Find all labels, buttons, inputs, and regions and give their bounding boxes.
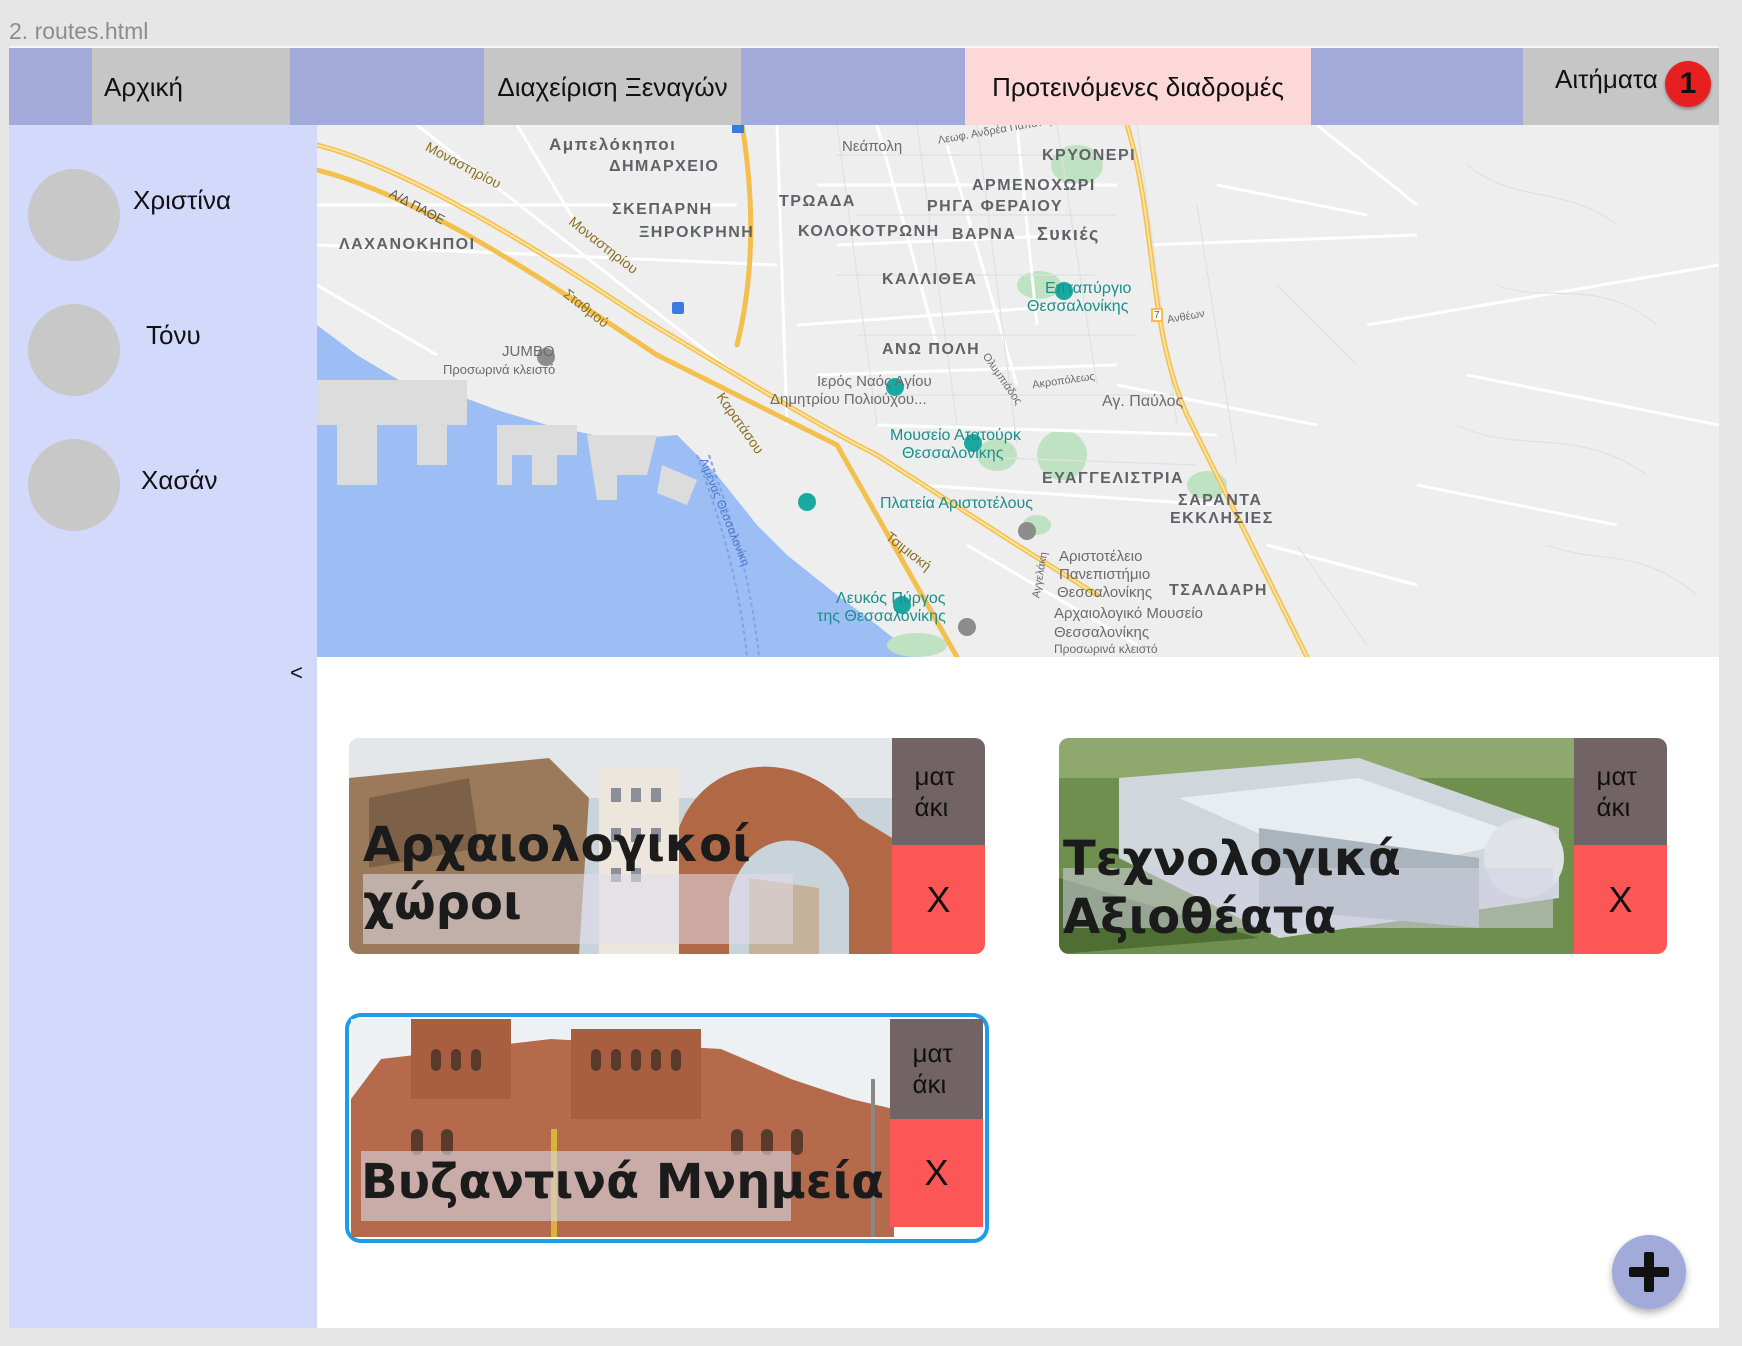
view-route-label: ματάκι — [912, 1038, 953, 1099]
app-window: 2. routes.html Αρχική Διαχείριση Ξεναγών… — [0, 0, 1742, 1346]
map-poi-label: Επταπύργιο — [1045, 280, 1132, 297]
map-label: Θεσσαλονίκης — [1054, 624, 1150, 641]
plus-icon — [1629, 1252, 1669, 1292]
nav-home-label: Αρχική — [104, 72, 184, 102]
remove-route-button[interactable]: X — [890, 1119, 983, 1227]
map-poi-label: Θεσσαλονίκης — [902, 445, 1004, 462]
map-label: ΕΥΑΓΓΕΛΙΣΤΡΙΑ — [1042, 470, 1185, 487]
nav-requests-label: Αιτήματα — [1555, 64, 1658, 94]
card-title-line: Αξιοθέατα — [1063, 889, 1337, 945]
map-label: Αριστοτέλειο — [1059, 548, 1143, 565]
route-card-byzantine[interactable]: Βυζαντινά Μνημεία ματάκι X — [345, 1013, 989, 1243]
card-title-line: Βυζαντινά Μνημεία — [361, 1154, 885, 1210]
avatar — [28, 304, 120, 396]
map-label: ΞΗΡΟΚΡΗΝΗ — [639, 224, 755, 241]
route-card-archaeological[interactable]: Αρχαιολογικοί χώροι ματάκι X — [349, 738, 985, 954]
map-label: ΚΡΥΟΝΕΡΙ — [1042, 147, 1137, 164]
top-navigation-bar: Αρχική Διαχείριση Ξεναγών Προτεινόμενες … — [9, 46, 1719, 127]
map-label: ΔΗΜΑΡΧΕΙΟ — [609, 158, 720, 175]
sidebar-collapse-button[interactable]: < — [290, 660, 303, 686]
map-label: ΣΑΡΑΝΤΑ — [1178, 492, 1263, 509]
map-label: Αγ. Παύλος — [1102, 393, 1184, 410]
map-poi-label: Πλατεία Αριστοτέλους — [880, 495, 1033, 512]
nav-home[interactable]: Αρχική — [92, 48, 290, 127]
map-label: ΣΚΕΠΑΡΝΗ — [612, 201, 713, 218]
map-label: ΡΗΓΑ ΦΕΡΑΙΟΥ — [927, 198, 1064, 215]
map-poi-label: Θεσσαλονίκης — [1027, 298, 1129, 315]
map-label: Προσωρινά κλειστό — [1054, 642, 1158, 656]
add-route-button[interactable] — [1612, 1235, 1686, 1309]
map-label: ΤΡΩΑΔΑ — [779, 193, 856, 210]
view-route-button[interactable]: ματάκι — [892, 738, 985, 845]
requests-count-badge: 1 — [1665, 61, 1711, 107]
sidebar-user-name: Χασάν — [141, 465, 218, 495]
remove-route-button[interactable]: X — [892, 845, 985, 954]
sidebar-user-christina[interactable] — [28, 169, 120, 261]
avatar — [28, 169, 120, 261]
map-label: ΑΡΜΕΝΟΧΩΡΙ — [972, 177, 1096, 194]
map-label: Ιερός Ναός Αγίου — [817, 373, 932, 390]
sidebar-user-tony[interactable] — [28, 304, 120, 396]
map-label: ΤΣΑΛΔΑΡΗ — [1169, 582, 1268, 599]
map-label: Πανεπιστήμιο — [1059, 566, 1151, 583]
map-label: Δημητρίου Πολιούχου... — [770, 391, 927, 408]
view-route-label: ματάκι — [914, 760, 955, 822]
map-label: ΛΑΧΑΝΟΚΗΠΟΙ — [339, 236, 476, 253]
map-label: Προσωρινά κλειστό — [443, 362, 556, 377]
map-poi-label: της Θεσσαλονίκης — [817, 608, 946, 625]
main-content: Αμπελόκηποι ΔΗΜΑΡΧΕΙΟ ΣΚΕΠΑΡΝΗ ΞΗΡΟΚΡΗΝΗ… — [317, 125, 1719, 1328]
map-label: Αμπελόκηποι — [549, 135, 677, 154]
card-title: Βυζαντινά Μνημεία — [361, 1153, 884, 1211]
map-label: ΚΑΛΛΙΘΕΑ — [882, 271, 978, 288]
nav-suggested-routes-label: Προτεινόμενες διαδρομές — [992, 72, 1284, 102]
card-title-line: χώροι — [363, 875, 522, 931]
map-label: ΒΑΡΝΑ — [952, 226, 1017, 243]
map-road-number: 7 — [1154, 310, 1160, 321]
map-label: Αρχαιολογικό Μουσείο — [1054, 605, 1204, 622]
map-label: Συκιές — [1037, 224, 1100, 244]
map-poi-label: Μουσείο Ατατούρκ — [890, 427, 1021, 444]
sidebar-user-hasan[interactable] — [28, 439, 120, 531]
map-label: ΕΚΚΛΗΣΙΕΣ — [1170, 510, 1274, 527]
file-name-label: 2. routes.html — [9, 18, 149, 44]
remove-route-button[interactable]: X — [1574, 845, 1667, 954]
nav-manage-guides-label: Διαχείριση Ξεναγών — [497, 72, 728, 102]
sidebar-user-name: Τόνυ — [146, 320, 201, 350]
card-title: Τεχνολογικά Αξιοθέατα — [1063, 830, 1401, 946]
view-route-button[interactable]: ματάκι — [1574, 738, 1667, 845]
card-title: Αρχαιολογικοί χώροι — [363, 816, 751, 932]
map-label: Θεσσαλονίκης — [1057, 584, 1153, 601]
map-label: ΑΝΩ ΠΟΛΗ — [882, 341, 981, 358]
map-label: JUMBO — [502, 343, 555, 360]
nav-suggested-routes[interactable]: Προτεινόμενες διαδρομές — [965, 48, 1311, 127]
view-route-label: ματάκι — [1596, 760, 1637, 822]
sidebar: Χριστίνα Τόνυ Χασάν < — [9, 125, 317, 1328]
sidebar-user-name: Χριστίνα — [133, 185, 232, 215]
map-label: Νεάπολη — [842, 138, 903, 155]
card-title-line: Τεχνολογικά — [1063, 831, 1401, 887]
map-label: ΚΟΛΟΚΟΤΡΩΝΗ — [798, 223, 940, 240]
map-poi-label: Λευκός Πύργος — [836, 590, 946, 607]
view-route-button[interactable]: ματάκι — [890, 1019, 983, 1119]
avatar — [28, 439, 120, 531]
route-card-technological[interactable]: Τεχνολογικά Αξιοθέατα ματάκι X — [1059, 738, 1667, 954]
city-map[interactable]: Αμπελόκηποι ΔΗΜΑΡΧΕΙΟ ΣΚΕΠΑΡΝΗ ΞΗΡΟΚΡΗΝΗ… — [317, 125, 1719, 657]
card-title-line: Αρχαιολογικοί — [363, 817, 751, 873]
nav-manage-guides[interactable]: Διαχείριση Ξεναγών — [484, 48, 741, 127]
